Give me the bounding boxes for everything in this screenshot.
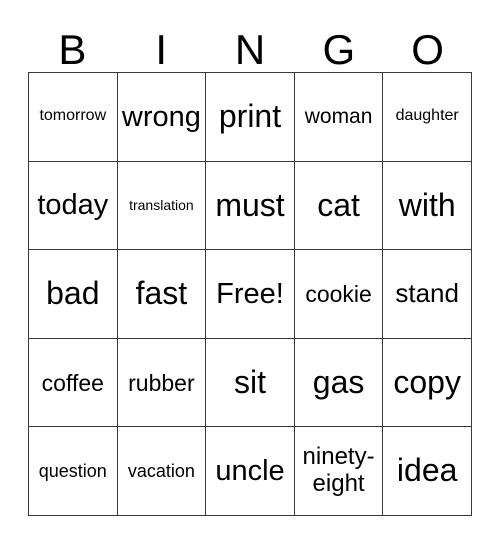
bingo-cell-i1[interactable]: wrong (117, 73, 207, 162)
bingo-cell-b3[interactable]: bad (29, 250, 118, 339)
bingo-header-letter-n: N (234, 26, 266, 73)
bingo-cell-label: woman (304, 104, 373, 128)
bingo-cell-label: tomorrow (39, 107, 107, 125)
bingo-cell-n4[interactable]: sit (206, 338, 295, 428)
bingo-cell-label: with (398, 186, 456, 223)
bingo-cell-label: fast (135, 275, 188, 312)
bingo-cell-n5[interactable]: uncle (206, 427, 295, 516)
bingo-cell-b4[interactable]: coffee (29, 338, 118, 428)
bingo-cell-free-space[interactable]: Free! (206, 250, 295, 339)
bingo-cell-label: wrong (121, 100, 201, 133)
bingo-cell-label: cookie (305, 280, 372, 307)
bingo-header-letter-o: O (411, 26, 444, 73)
bingo-cell-o2[interactable]: with (383, 161, 472, 251)
free-space-label: Free! (216, 277, 284, 310)
table-row: question vacation uncle ninety- eight id… (29, 427, 472, 516)
bingo-cell-label: daughter (395, 107, 459, 125)
bingo-cell-b1[interactable]: tomorrow (29, 73, 118, 162)
table-row: coffee rubber sit gas copy (29, 338, 472, 428)
bingo-cell-label: uncle (215, 454, 285, 487)
bingo-cell-o5[interactable]: idea (383, 427, 472, 516)
bingo-cell-label: cat (317, 186, 360, 223)
bingo-cell-label: question (38, 460, 107, 481)
bingo-cell-g2[interactable]: cat (294, 161, 384, 251)
bingo-cell-g3[interactable]: cookie (294, 250, 384, 339)
bingo-header-letter-g: G (322, 26, 356, 73)
bingo-cell-i4[interactable]: rubber (117, 338, 207, 428)
bingo-cell-i2[interactable]: translation (117, 161, 207, 251)
bingo-cell-label: gas (312, 363, 365, 400)
bingo-cell-b2[interactable]: today (29, 161, 118, 251)
bingo-cell-g5[interactable]: ninety- eight (294, 427, 384, 516)
table-row: bad fast Free! cookie stand (29, 250, 472, 339)
bingo-cell-label: bad (46, 275, 100, 312)
bingo-header-letter-i: I (155, 26, 168, 73)
bingo-grid: tomorrow wrong print woman daughter toda… (28, 72, 472, 516)
bingo-cell-label: today (37, 189, 109, 222)
bingo-cell-label: print (218, 98, 282, 134)
bingo-cell-b5[interactable]: question (29, 427, 118, 516)
bingo-cell-o1[interactable]: daughter (383, 73, 472, 162)
bingo-cell-g4[interactable]: gas (294, 338, 384, 428)
bingo-cell-o3[interactable]: stand (383, 250, 472, 339)
bingo-cell-i3[interactable]: fast (117, 250, 207, 339)
bingo-cell-label: rubber (128, 369, 195, 396)
bingo-cell-label: coffee (41, 369, 104, 396)
bingo-cell-n2[interactable]: must (206, 161, 295, 251)
table-row: tomorrow wrong print woman daughter (29, 73, 472, 162)
bingo-cell-g1[interactable]: woman (294, 73, 384, 162)
bingo-cell-label: vacation (127, 460, 195, 481)
bingo-cell-label: sit (233, 363, 266, 400)
bingo-cell-label: translation (129, 197, 194, 214)
bingo-cell-label: copy (393, 363, 461, 400)
bingo-card: B I N G O tomorrow wrong print woman dau… (28, 20, 472, 516)
bingo-cell-label: ninety- eight (302, 443, 375, 498)
bingo-cell-label: must (215, 186, 285, 223)
bingo-cell-label: stand (395, 278, 459, 309)
bingo-header-row: B I N G O (28, 20, 472, 72)
bingo-cell-n1[interactable]: print (206, 73, 295, 162)
bingo-cell-o4[interactable]: copy (383, 338, 472, 428)
bingo-cell-label: idea (396, 452, 458, 489)
table-row: today translation must cat with (29, 161, 472, 251)
bingo-header-letter-b: B (58, 26, 87, 73)
bingo-cell-i5[interactable]: vacation (117, 427, 207, 516)
